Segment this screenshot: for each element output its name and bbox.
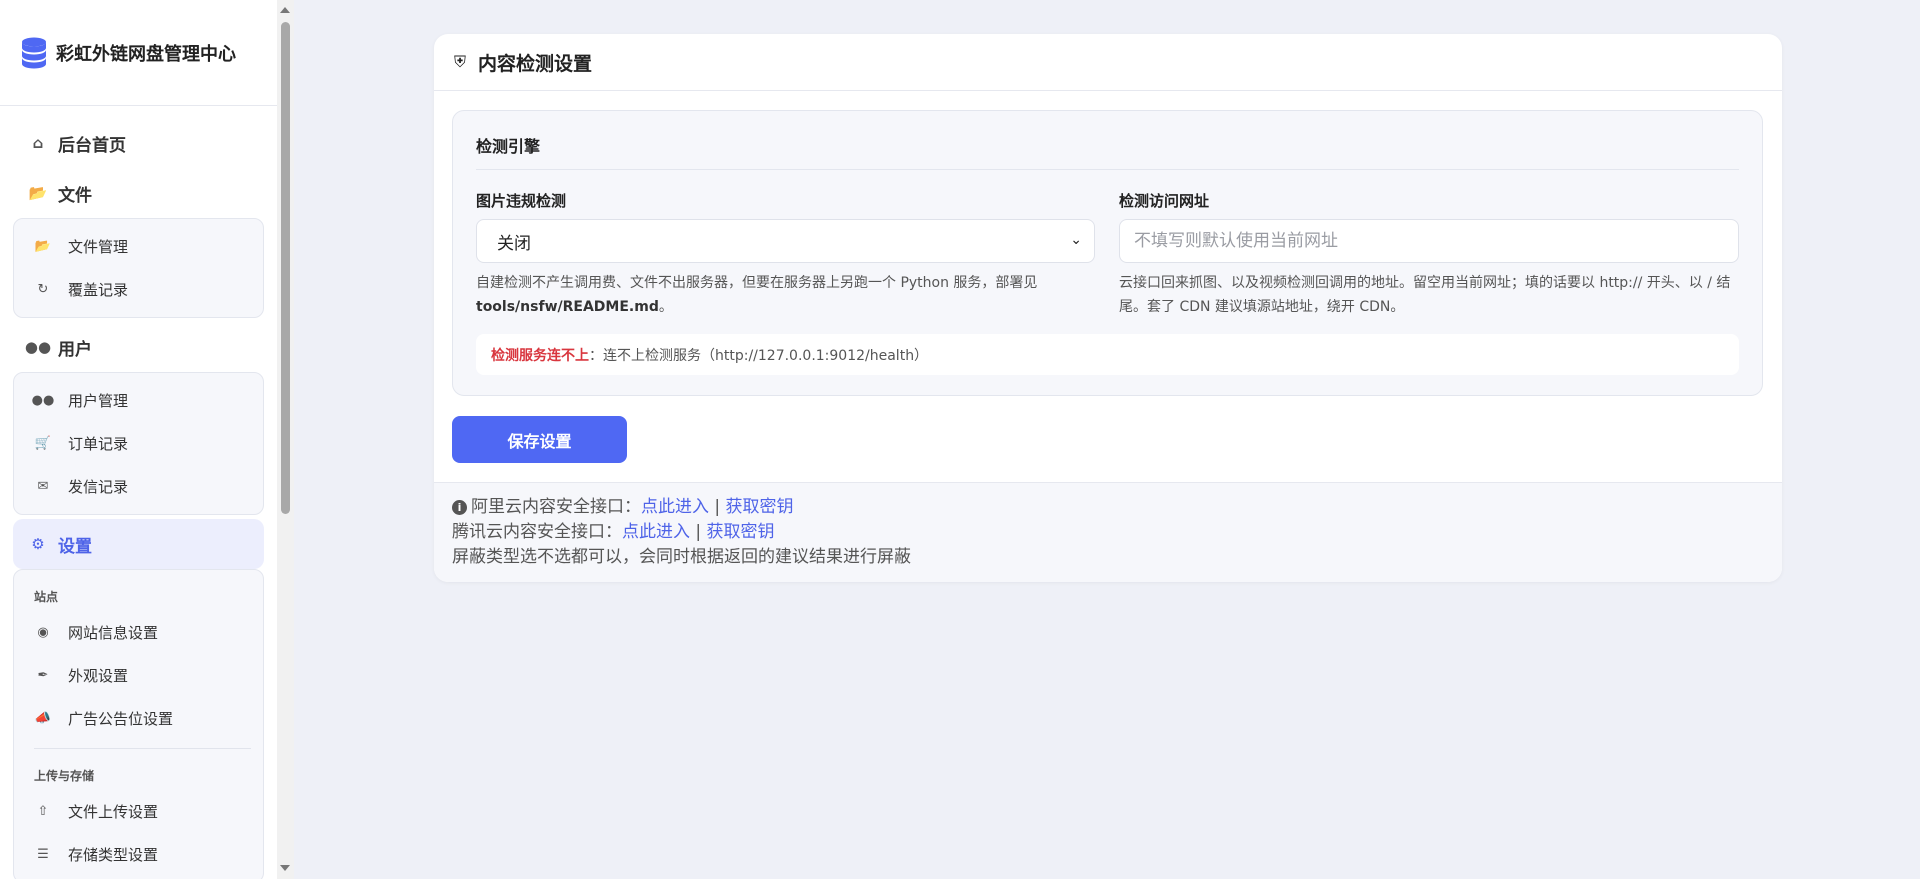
sidebar-group-label: 设置 bbox=[58, 536, 92, 557]
help-path: tools/nsfw/README.md bbox=[476, 299, 659, 315]
sidebar-group-users[interactable]: ●● 用户 bbox=[13, 322, 264, 372]
home-icon: ⌂ bbox=[32, 134, 44, 152]
sidebar-item-label: 存储类型设置 bbox=[68, 846, 159, 864]
shield-icon: ⛨ bbox=[454, 52, 467, 71]
status-error-label: 检测服务连不上 bbox=[491, 347, 589, 364]
callback-url-label: 检测访问网址 bbox=[1119, 192, 1210, 210]
sidebar-item-label: 订单记录 bbox=[68, 435, 129, 453]
submenu-settings: 站点 ◉ 网站信息设置 ✒ 外观设置 📣 广告公告位设置 上传与存储 ⇧ 文件上… bbox=[13, 569, 264, 879]
scroll-down-arrow[interactable] bbox=[280, 865, 290, 871]
content-check-card: ⛨ 内容检测设置 检测引擎 图片违规检测 关闭 ⌄ 自建检测不产生调用费、文件不… bbox=[434, 34, 1782, 582]
help-suffix: 。 bbox=[658, 299, 673, 315]
sidebar-item-file-manage[interactable]: 📂 文件管理 bbox=[14, 225, 263, 268]
sidebar-item-label: 用户管理 bbox=[68, 392, 129, 410]
sidebar-group-settings[interactable]: ⚙ 设置 bbox=[13, 519, 264, 569]
separator: | bbox=[695, 522, 702, 542]
sidebar-item-upload-settings[interactable]: ⇧ 文件上传设置 bbox=[14, 790, 263, 833]
info-icon: i bbox=[452, 500, 467, 515]
folder-open-icon: 📂 bbox=[34, 239, 52, 254]
status-message: ：连不上检测服务（http://127.0.0.1:9012/health） bbox=[589, 347, 929, 364]
sidebar-scrollbar[interactable] bbox=[277, 0, 294, 879]
sidebar-group-files[interactable]: 📂 文件 bbox=[13, 168, 264, 218]
aliyun-label: 阿里云内容安全接口： bbox=[471, 497, 641, 517]
aliyun-key-link[interactable]: 获取密钥 bbox=[726, 497, 794, 517]
separator: | bbox=[714, 497, 721, 517]
cart-icon: 🛒 bbox=[34, 436, 52, 451]
sidebar-group-label: 用户 bbox=[58, 339, 92, 360]
divider bbox=[476, 169, 1739, 170]
refresh-icon: ↻ bbox=[37, 282, 49, 297]
users-icon: ●● bbox=[31, 393, 55, 408]
sidebar-item-storage-settings[interactable]: ☰ 存储类型设置 bbox=[14, 833, 263, 876]
sidebar-item-label: 广告公告位设置 bbox=[68, 710, 174, 728]
section-title: 检测引擎 bbox=[476, 137, 541, 156]
footer-note: 屏蔽类型选不选都可以，会同时根据返回的建议结果进行屏蔽 bbox=[452, 547, 911, 567]
callback-url-help: 云接口回来抓图、以及视频检测回调用的地址。留空用当前网址；填的话要以 http:… bbox=[1119, 275, 1731, 315]
folder-open-icon: 📂 bbox=[28, 184, 48, 202]
image-check-label: 图片违规检测 bbox=[476, 192, 567, 210]
sidebar-item-label: 文件上传设置 bbox=[68, 803, 159, 821]
tencent-key-link[interactable]: 获取密钥 bbox=[707, 522, 775, 542]
upload-icon: ⇧ bbox=[37, 804, 49, 819]
callback-url-input[interactable] bbox=[1119, 219, 1739, 263]
image-check-help: 自建检测不产生调用费、文件不出服务器，但要在服务器上另跑一个 Python 服务… bbox=[476, 271, 1096, 319]
sidebar-item-appearance[interactable]: ✒ 外观设置 bbox=[14, 654, 263, 697]
sidebar-item-mail-log[interactable]: ✉ 发信记录 bbox=[14, 465, 263, 508]
image-check-select[interactable]: 关闭 ⌄ bbox=[476, 219, 1095, 263]
scroll-thumb[interactable] bbox=[281, 22, 290, 514]
select-value: 关闭 bbox=[497, 233, 531, 254]
aliyun-enter-link[interactable]: 点此进入 bbox=[641, 497, 709, 517]
sidebar-item-label: 文件管理 bbox=[68, 238, 129, 256]
sidebar-item-label: 后台首页 bbox=[58, 135, 126, 156]
sidebar-item-label: 网站信息设置 bbox=[68, 624, 159, 642]
submenu-users: ●● 用户管理 🛒 订单记录 ✉ 发信记录 bbox=[13, 372, 264, 515]
app-title: 彩虹外链网盘管理中心 bbox=[56, 43, 236, 65]
sidebar-divider bbox=[34, 748, 251, 749]
brand[interactable]: 彩虹外链网盘管理中心 bbox=[0, 0, 277, 106]
sidebar-item-label: 发信记录 bbox=[68, 478, 129, 496]
engine-section: 检测引擎 图片违规检测 关闭 ⌄ 自建检测不产生调用费、文件不出服务器，但要在服… bbox=[452, 110, 1763, 396]
help-text: 自建检测不产生调用费、文件不出服务器，但要在服务器上另跑一个 Python 服务… bbox=[476, 275, 1038, 291]
aliyun-line: i 阿里云内容安全接口：点此进入 | 获取密钥 bbox=[452, 495, 1764, 520]
sidebar-item-label: 覆盖记录 bbox=[68, 281, 129, 299]
tencent-enter-link[interactable]: 点此进入 bbox=[622, 522, 690, 542]
sidebar-item-ads[interactable]: 📣 广告公告位设置 bbox=[14, 697, 263, 740]
sidebar-group-label: 文件 bbox=[58, 185, 92, 206]
brush-icon: ✒ bbox=[37, 668, 49, 683]
page-title: 内容检测设置 bbox=[478, 52, 593, 75]
scroll-up-arrow[interactable] bbox=[280, 7, 290, 13]
sidebar-item-site-info[interactable]: ◉ 网站信息设置 bbox=[14, 611, 263, 654]
sidebar-nav: ⌂ 后台首页 📂 文件 📂 文件管理 ↻ 覆盖记录 ●● 用户 ●● 用户管理 bbox=[0, 106, 277, 879]
users-icon: ●● bbox=[24, 338, 52, 356]
chevron-down-icon: ⌄ bbox=[1070, 232, 1082, 248]
sidebar-item-overwrite-log[interactable]: ↻ 覆盖记录 bbox=[14, 268, 263, 311]
service-status: 检测服务连不上 ：连不上检测服务（http://127.0.0.1:9012/h… bbox=[476, 334, 1739, 375]
save-button[interactable]: 保存设置 bbox=[452, 416, 627, 463]
gear-icon: ⚙ bbox=[31, 535, 45, 553]
tencent-line: 腾讯云内容安全接口：点此进入 | 获取密钥 bbox=[452, 520, 1764, 545]
card-header: ⛨ 内容检测设置 bbox=[434, 34, 1782, 91]
submenu-files: 📂 文件管理 ↻ 覆盖记录 bbox=[13, 218, 264, 318]
sidebar-item-label: 外观设置 bbox=[68, 667, 129, 685]
sidebar: 彩虹外链网盘管理中心 ⌂ 后台首页 📂 文件 📂 文件管理 ↻ 覆盖记录 ●● … bbox=[0, 0, 277, 879]
tencent-label: 腾讯云内容安全接口： bbox=[452, 522, 622, 542]
database-icon: ☰ bbox=[37, 847, 49, 862]
globe-icon: ◉ bbox=[37, 625, 49, 640]
bullhorn-icon: 📣 bbox=[34, 711, 52, 726]
sidebar-item-orders[interactable]: 🛒 订单记录 bbox=[14, 422, 263, 465]
sidebar-section-title: 上传与存储 bbox=[34, 769, 95, 783]
sidebar-section-title: 站点 bbox=[34, 590, 59, 604]
envelope-icon: ✉ bbox=[37, 479, 49, 494]
database-icon bbox=[22, 37, 46, 68]
card-footer: i 阿里云内容安全接口：点此进入 | 获取密钥 腾讯云内容安全接口：点此进入 | … bbox=[434, 482, 1782, 582]
sidebar-item-user-manage[interactable]: ●● 用户管理 bbox=[14, 379, 263, 422]
sidebar-item-home[interactable]: ⌂ 后台首页 bbox=[13, 118, 264, 168]
